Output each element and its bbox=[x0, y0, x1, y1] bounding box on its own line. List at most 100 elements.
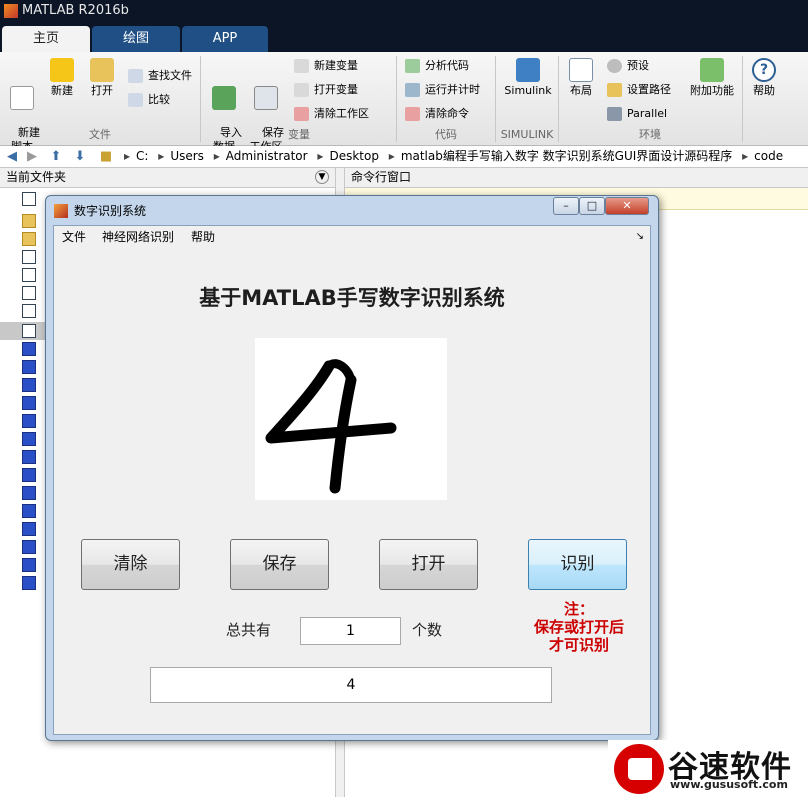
breadcrumb-separator: ▸ bbox=[213, 149, 220, 163]
bmp-file-icon[interactable] bbox=[22, 360, 36, 374]
question-mark-icon: ? bbox=[752, 58, 776, 82]
recognize-button[interactable]: 识别 bbox=[528, 539, 627, 590]
new-variable-label: 新建变量 bbox=[314, 59, 358, 72]
fig-file-icon[interactable] bbox=[22, 268, 36, 282]
menu-help[interactable]: 帮助 bbox=[191, 226, 215, 248]
section-variable: 变量 bbox=[288, 128, 310, 141]
tab-plots[interactable]: 绘图 bbox=[92, 26, 180, 52]
clear-workspace-button[interactable]: 清除工作区 bbox=[294, 104, 369, 124]
analyze-code-button[interactable]: 分析代码 bbox=[405, 56, 469, 76]
fig-file-icon[interactable] bbox=[22, 250, 36, 264]
open-button[interactable]: 打开 bbox=[379, 539, 478, 590]
save-button[interactable]: 保存 bbox=[230, 539, 329, 590]
breadcrumb-item[interactable]: matlab编程手写输入数字 数字识别系统GUI界面设计源码程序 bbox=[401, 149, 733, 163]
bmp-file-icon[interactable] bbox=[22, 540, 36, 554]
browse-folder-icon[interactable]: ⬇ bbox=[72, 149, 88, 165]
bmp-file-icon[interactable] bbox=[22, 504, 36, 518]
simulink-button[interactable]: Simulink bbox=[500, 52, 556, 98]
parallel-label: Parallel bbox=[627, 107, 668, 120]
bmp-file-icon[interactable] bbox=[22, 576, 36, 590]
ribbon-toolbar: 新建 脚本 新建 打开 查找文件 比较 文件 导入 数据 保存 工作区 新建变量… bbox=[0, 52, 808, 153]
bmp-file-icon[interactable] bbox=[22, 378, 36, 392]
open-button[interactable]: 打开 bbox=[84, 52, 120, 98]
layout-button[interactable]: 布局 bbox=[564, 52, 598, 98]
find-files-button[interactable]: 查找文件 bbox=[128, 66, 192, 86]
bmp-file-icon[interactable] bbox=[22, 522, 36, 536]
set-path-button[interactable]: 设置路径 bbox=[607, 80, 671, 100]
preferences-label: 预设 bbox=[627, 59, 649, 72]
run-and-time-button[interactable]: 运行并计时 bbox=[405, 80, 480, 100]
breadcrumb-item[interactable]: code bbox=[754, 149, 783, 163]
result-field[interactable]: 4 bbox=[150, 667, 552, 703]
window-title: 数字识别系统 bbox=[74, 204, 147, 218]
figure-menu-bar: 文件 神经网络识别 帮助 ↘ bbox=[54, 226, 650, 248]
site-watermark: 谷速软件 www.gususoft.com bbox=[608, 740, 808, 797]
new-script-icon bbox=[10, 86, 34, 110]
bmp-file-icon[interactable] bbox=[22, 396, 36, 410]
bmp-file-icon[interactable] bbox=[22, 432, 36, 446]
new-variable-button[interactable]: 新建变量 bbox=[294, 56, 358, 76]
breadcrumb-separator: ▸ bbox=[158, 149, 165, 163]
menu-nn-recognize[interactable]: 神经网络识别 bbox=[102, 226, 174, 248]
maximize-button[interactable]: □ bbox=[579, 197, 605, 215]
clear-workspace-icon bbox=[294, 107, 309, 121]
bmp-file-icon[interactable] bbox=[22, 414, 36, 428]
folder-icon[interactable] bbox=[22, 232, 36, 246]
dock-arrow-icon[interactable]: ↘ bbox=[636, 226, 644, 248]
breadcrumb-separator: ▸ bbox=[124, 149, 131, 163]
page-title: 基于MATLAB手写数字识别系统 bbox=[199, 286, 505, 310]
forward-arrow-icon[interactable]: ▶ bbox=[24, 149, 40, 165]
menu-file[interactable]: 文件 bbox=[62, 226, 86, 248]
up-folder-icon[interactable]: ⬆ bbox=[48, 149, 64, 165]
clear-button[interactable]: 清除 bbox=[81, 539, 180, 590]
parallel-icon bbox=[607, 107, 622, 121]
folder-open-icon bbox=[90, 58, 114, 82]
open-variable-label: 打开变量 bbox=[314, 83, 358, 96]
panel-menu-icon[interactable]: ▼ bbox=[315, 170, 329, 184]
parallel-button[interactable]: Parallel bbox=[607, 104, 667, 124]
breadcrumb-separator: ▸ bbox=[742, 149, 749, 163]
command-window-title: 命令行窗口 bbox=[351, 170, 412, 184]
bmp-file-icon[interactable] bbox=[22, 468, 36, 482]
analyze-code-label: 分析代码 bbox=[425, 59, 469, 72]
new-label: 新建 bbox=[51, 84, 73, 97]
open-variable-icon bbox=[294, 83, 309, 97]
new-button[interactable]: 新建 bbox=[44, 52, 80, 98]
help-button[interactable]: ? 帮助 bbox=[748, 52, 780, 98]
usage-note: 注： 保存或打开后 才可识别 bbox=[520, 600, 638, 654]
simulink-icon bbox=[516, 58, 540, 82]
bmp-file-icon[interactable] bbox=[22, 450, 36, 464]
tab-apps[interactable]: APP bbox=[182, 26, 268, 52]
close-button[interactable]: ✕ bbox=[605, 197, 649, 215]
bmp-file-icon[interactable] bbox=[22, 558, 36, 572]
add-ons-label: 附加功能 bbox=[690, 84, 734, 97]
minimize-button[interactable]: – bbox=[553, 197, 579, 215]
breadcrumb-item[interactable]: Desktop bbox=[329, 149, 379, 163]
folder-icon[interactable] bbox=[22, 214, 36, 228]
m-file-icon[interactable] bbox=[22, 324, 36, 338]
help-label: 帮助 bbox=[753, 84, 775, 97]
clear-commands-button[interactable]: 清除命令 bbox=[405, 104, 469, 124]
tab-home[interactable]: 主页 bbox=[2, 26, 90, 52]
breadcrumb-item[interactable]: Administrator bbox=[226, 149, 308, 163]
bmp-file-icon[interactable] bbox=[22, 486, 36, 500]
handwriting-canvas[interactable] bbox=[255, 338, 447, 500]
compare-button[interactable]: 比较 bbox=[128, 90, 170, 110]
section-simulink: SIMULINK bbox=[500, 128, 554, 141]
clear-commands-label: 清除命令 bbox=[425, 107, 469, 120]
breadcrumb-item[interactable]: C: bbox=[136, 149, 148, 163]
preferences-button[interactable]: 预设 bbox=[607, 56, 649, 76]
breadcrumb-item[interactable]: Users bbox=[170, 149, 204, 163]
clear-commands-icon bbox=[405, 107, 420, 121]
file-icon[interactable] bbox=[22, 192, 36, 206]
simulink-label: Simulink bbox=[504, 84, 552, 97]
m-file-icon[interactable] bbox=[22, 286, 36, 300]
bmp-file-icon[interactable] bbox=[22, 342, 36, 356]
m-file-icon[interactable] bbox=[22, 304, 36, 318]
count-field[interactable]: 1 bbox=[300, 617, 401, 645]
current-folder-header: 当前文件夹 ▼ bbox=[0, 168, 335, 188]
open-variable-button[interactable]: 打开变量 bbox=[294, 80, 358, 100]
add-ons-button[interactable]: 附加功能 bbox=[686, 52, 738, 98]
back-arrow-icon[interactable]: ◀ bbox=[4, 149, 20, 165]
clear-workspace-label: 清除工作区 bbox=[314, 107, 369, 120]
